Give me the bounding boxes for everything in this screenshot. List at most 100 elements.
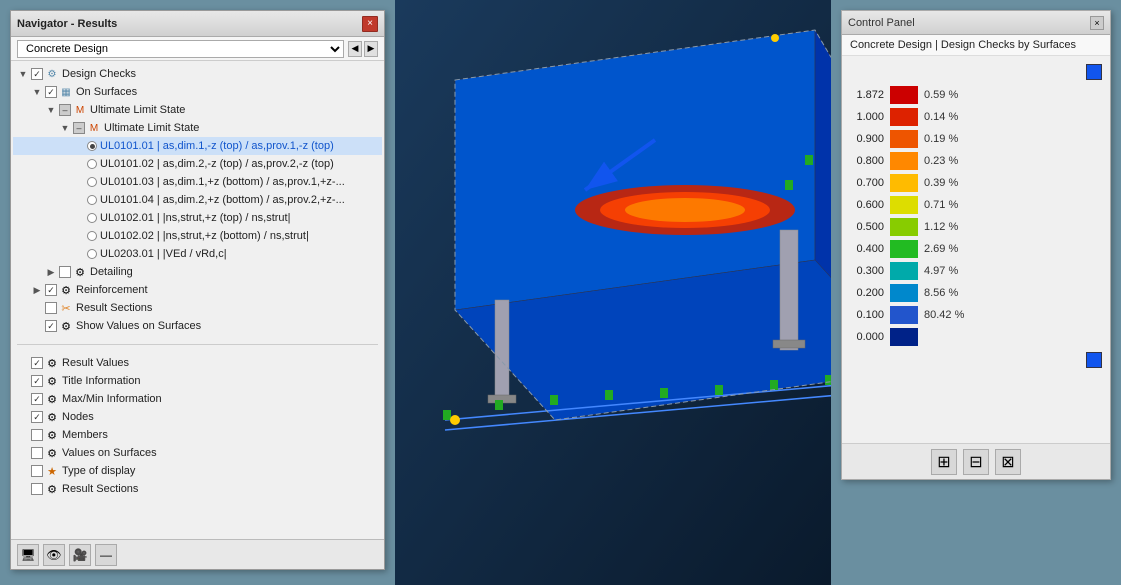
control-panel-close-button[interactable]: × xyxy=(1090,16,1104,30)
tree-maxmin-info[interactable]: ⚙ Max/Min Information xyxy=(13,390,382,408)
design-checks-label: Design Checks xyxy=(62,68,136,80)
uls-parent-icon: M xyxy=(73,104,87,116)
members-icon: ⚙ xyxy=(45,429,59,441)
result-sections-1-label: Result Sections xyxy=(76,302,152,314)
on-surfaces-label: On Surfaces xyxy=(76,86,137,98)
cb-result-values[interactable] xyxy=(31,357,43,369)
top-indicator-row xyxy=(850,64,1102,80)
navigator-dropdown-row: Concrete Design ◀ ▶ xyxy=(11,37,384,61)
concrete-design-dropdown[interactable]: Concrete Design xyxy=(17,40,344,58)
cb-nodes[interactable] xyxy=(31,411,43,423)
spacer-show-values xyxy=(31,320,43,332)
tree-on-surfaces[interactable]: ▼ ▦ On Surfaces xyxy=(13,83,382,101)
cb-show-values[interactable] xyxy=(45,320,57,332)
legend-percent-6: 1.12 % xyxy=(918,221,958,233)
tree-uls-child[interactable]: ▼ M Ultimate Limit State xyxy=(13,119,382,137)
cp-btn-3[interactable]: ⊠ xyxy=(995,449,1021,475)
tree-ul0101-03[interactable]: UL0101.03 | as,dim.1,+z (bottom) / as,pr… xyxy=(13,173,382,191)
cb-uls-parent[interactable] xyxy=(59,104,71,116)
radio-ul0101-03[interactable] xyxy=(87,177,97,187)
expand-uls-child-icon: ▼ xyxy=(59,122,71,134)
ul0101-04-label: UL0101.04 | as,dim.2,+z (bottom) / as,pr… xyxy=(100,194,345,206)
nodes-icon: ⚙ xyxy=(45,411,59,423)
cb-reinforcement[interactable] xyxy=(45,284,57,296)
cb-on-surfaces[interactable] xyxy=(45,86,57,98)
tree-result-values[interactable]: ⚙ Result Values xyxy=(13,354,382,372)
legend-value-7: 0.400 xyxy=(850,243,890,255)
design-checks-icon: ⚙ xyxy=(45,68,59,80)
reinforcement-icon: ⚙ xyxy=(59,284,73,296)
cb-values-on-surfaces[interactable] xyxy=(31,447,43,459)
legend-percent-5: 0.71 % xyxy=(918,199,958,211)
legend-color-5 xyxy=(890,196,918,214)
legend-row-1: 1.0000.14 % xyxy=(850,106,1102,128)
cp-btn-2[interactable]: ⊟ xyxy=(963,449,989,475)
tree-design-checks[interactable]: ▼ ⚙ Design Checks xyxy=(13,65,382,83)
tree-show-values[interactable]: ⚙ Show Values on Surfaces xyxy=(13,317,382,335)
tree-title-info[interactable]: ⚙ Title Information xyxy=(13,372,382,390)
nav-prev-button[interactable]: ◀ xyxy=(348,41,362,57)
cb-title-info[interactable] xyxy=(31,375,43,387)
legend-percent-7: 2.69 % xyxy=(918,243,958,255)
legend-value-6: 0.500 xyxy=(850,221,890,233)
values-on-surfaces-icon: ⚙ xyxy=(45,447,59,459)
legend-color-0 xyxy=(890,86,918,104)
radio-ul0102-01[interactable] xyxy=(87,213,97,223)
bottom-indicator-row xyxy=(850,352,1102,368)
radio-ul0102-02[interactable] xyxy=(87,231,97,241)
radio-ul0203-01[interactable] xyxy=(87,249,97,259)
spacer-maxmin-info xyxy=(17,393,29,405)
cb-maxmin-info[interactable] xyxy=(31,393,43,405)
tree-type-of-display[interactable]: ★ Type of display xyxy=(13,462,382,480)
bottom-display-btn[interactable]: 🖥 xyxy=(17,544,39,566)
control-panel-subtitle: Concrete Design | Design Checks by Surfa… xyxy=(842,35,1110,56)
tree-ul0101-01[interactable]: UL0101.01 | as,dim.1,-z (top) / as,prov.… xyxy=(13,137,382,155)
control-panel-bottom: ⊞ ⊟ ⊠ xyxy=(842,443,1110,479)
tree-result-sections-2[interactable]: ⚙ Result Sections xyxy=(13,480,382,498)
radio-ul0101-01[interactable] xyxy=(87,141,97,151)
cb-result-sections-2[interactable] xyxy=(31,483,43,495)
bottom-view-btn[interactable]: 👁 xyxy=(43,544,65,566)
ul0102-02-label: UL0102.02 | |ns,strut,+z (bottom) / ns,s… xyxy=(100,230,309,242)
radio-ul0101-02[interactable] xyxy=(87,159,97,169)
nav-arrows: ◀ ▶ xyxy=(348,41,378,57)
cp-btn-1[interactable]: ⊞ xyxy=(931,449,957,475)
legend-percent-10: 80.42 % xyxy=(918,309,964,321)
tree-result-sections-1[interactable]: ✂ Result Sections xyxy=(13,299,382,317)
tree-nodes[interactable]: ⚙ Nodes xyxy=(13,408,382,426)
members-label: Members xyxy=(62,429,108,441)
spacer-ul0102-02 xyxy=(73,230,85,242)
radio-ul0101-04[interactable] xyxy=(87,195,97,205)
tree-members[interactable]: ⚙ Members xyxy=(13,426,382,444)
maxmin-info-label: Max/Min Information xyxy=(62,393,162,405)
tree-ul0101-02[interactable]: UL0101.02 | as,dim.2,-z (top) / as,prov.… xyxy=(13,155,382,173)
bottom-line-btn[interactable]: — xyxy=(95,544,117,566)
show-values-label: Show Values on Surfaces xyxy=(76,320,201,332)
tree-ul0102-02[interactable]: UL0102.02 | |ns,strut,+z (bottom) / ns,s… xyxy=(13,227,382,245)
cb-members[interactable] xyxy=(31,429,43,441)
expand-on-surfaces-icon: ▼ xyxy=(31,86,43,98)
nav-next-button[interactable]: ▶ xyxy=(364,41,378,57)
legend-color-1 xyxy=(890,108,918,126)
cb-uls-child[interactable] xyxy=(73,122,85,134)
tree-ul0203-01[interactable]: UL0203.01 | |VEd / vRd,c| xyxy=(13,245,382,263)
uls-child-icon: M xyxy=(87,122,101,134)
ul0203-01-label: UL0203.01 | |VEd / vRd,c| xyxy=(100,248,227,260)
cb-type-of-display[interactable] xyxy=(31,465,43,477)
legend-value-8: 0.300 xyxy=(850,265,890,277)
cb-detailing[interactable] xyxy=(59,266,71,278)
tree-reinforcement[interactable]: ▶ ⚙ Reinforcement xyxy=(13,281,382,299)
cb-result-sections-1[interactable] xyxy=(45,302,57,314)
spacer-members xyxy=(17,429,29,441)
expand-reinforcement-icon: ▶ xyxy=(31,284,43,296)
legend-value-4: 0.700 xyxy=(850,177,890,189)
tree-ul0101-04[interactable]: UL0101.04 | as,dim.2,+z (bottom) / as,pr… xyxy=(13,191,382,209)
bottom-camera-btn[interactable]: 🎥 xyxy=(69,544,91,566)
tree-uls-parent[interactable]: ▼ M Ultimate Limit State xyxy=(13,101,382,119)
legend-color-6 xyxy=(890,218,918,236)
tree-values-on-surfaces[interactable]: ⚙ Values on Surfaces xyxy=(13,444,382,462)
navigator-close-button[interactable]: × xyxy=(362,16,378,32)
tree-ul0102-01[interactable]: UL0102.01 | |ns,strut,+z (top) / ns,stru… xyxy=(13,209,382,227)
tree-detailing[interactable]: ▶ ⚙ Detailing xyxy=(13,263,382,281)
cb-design-checks[interactable] xyxy=(31,68,43,80)
